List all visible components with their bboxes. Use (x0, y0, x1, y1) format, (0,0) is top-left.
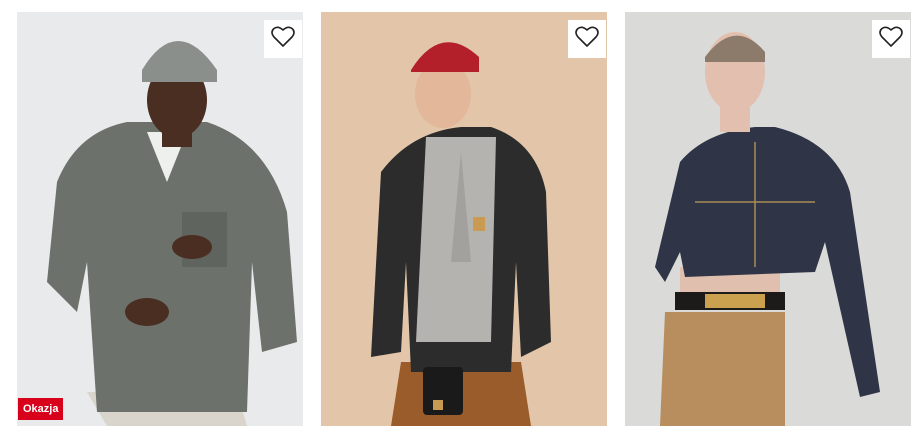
product-card[interactable] (321, 12, 607, 426)
add-to-favorites-button[interactable] (568, 20, 606, 58)
add-to-favorites-button[interactable] (872, 20, 910, 58)
product-image[interactable] (17, 12, 303, 426)
product-grid: Okazja (0, 0, 923, 438)
product-image[interactable] (321, 12, 607, 426)
product-card[interactable] (625, 12, 911, 426)
heart-outline-icon (271, 26, 295, 53)
heart-outline-icon (575, 26, 599, 53)
sale-badge: Okazja (18, 398, 64, 420)
product-card[interactable]: Okazja (17, 12, 303, 426)
heart-outline-icon (879, 26, 903, 53)
add-to-favorites-button[interactable] (264, 20, 302, 58)
product-image[interactable] (625, 12, 911, 426)
